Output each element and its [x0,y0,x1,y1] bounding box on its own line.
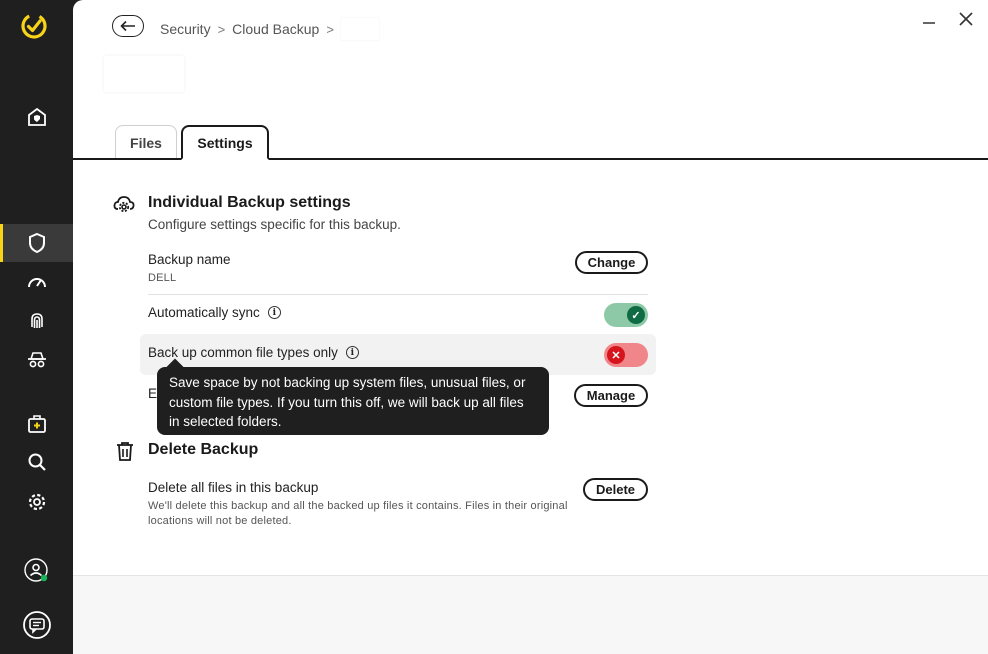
info-tooltip: Save space by not backing up system file… [157,367,549,435]
sidebar-item-home[interactable] [0,98,73,136]
sidebar-item-security[interactable] [0,224,73,262]
info-icon[interactable]: i [345,346,359,359]
delete-all-description: We'll delete this backup and all the bac… [148,500,568,527]
page-title-blank [104,56,184,92]
hidden-row-label: E [148,386,157,401]
footer-area [73,575,988,654]
shield-icon [28,232,45,254]
divider [148,294,648,295]
back-button[interactable] [112,15,144,37]
info-icon[interactable]: i [267,306,281,319]
auto-sync-toggle[interactable]: ✓ [604,303,648,327]
fingerprint-icon [30,313,43,328]
breadcrumb-separator: > [217,21,226,37]
x-icon: ✕ [607,346,625,364]
tab-files[interactable]: Files [115,125,177,160]
backup-name-label: Backup name [148,252,231,267]
first-aid-icon [27,415,46,433]
sidebar-item-performance[interactable] [0,263,73,301]
speedometer-icon [27,278,46,288]
check-icon: ✓ [627,306,645,324]
breadcrumb-current-blank [340,18,379,40]
breadcrumb-separator: > [326,21,334,37]
arrow-left-icon [120,20,135,32]
common-types-label: Back up common file types only [148,345,338,360]
home-shield-icon [27,107,46,126]
backup-name-value: DELL [148,272,177,284]
search-icon [28,453,46,471]
auto-sync-label: Automatically sync [148,305,260,320]
delete-backup-title: Delete Backup [148,441,259,458]
user-icon [23,558,48,582]
manage-button[interactable]: Manage [574,384,648,407]
delete-all-label-text: Delete all files in this backup [148,480,319,495]
close-icon [959,12,973,26]
individual-settings-title: Individual Backup settings [148,194,351,211]
gear-icon [28,493,45,511]
breadcrumb-security[interactable]: Security [160,21,211,37]
delete-button[interactable]: Delete [583,478,648,501]
main-panel: Security > Cloud Backup > Files Settings… [73,0,988,654]
incognito-icon [27,352,46,368]
sidebar-item-privacy[interactable] [0,341,73,379]
minimize-icon [923,22,935,24]
sidebar-item-kit[interactable] [0,405,73,443]
chat-icon [22,611,51,639]
individual-settings-subtitle: Configure settings specific for this bac… [148,217,401,232]
change-button[interactable]: Change [575,251,648,274]
close-button[interactable] [953,6,979,32]
sidebar-item-search[interactable] [0,443,73,481]
common-types-toggle[interactable]: ✕ [604,343,648,367]
hidden-row-label-text: E [148,386,158,401]
sidebar-item-identity[interactable] [0,302,73,340]
auto-sync-row: Automatically sync i [148,305,281,320]
common-types-row: Back up common file types only i [148,345,359,360]
breadcrumb: Security > Cloud Backup > [160,18,379,40]
sidebar-item-chat[interactable] [0,606,73,644]
sidebar [0,0,73,654]
minimize-button[interactable] [916,6,942,32]
trash-icon [117,442,133,461]
cloud-gear-icon [113,196,135,213]
delete-all-label: Delete all files in this backup [148,480,318,495]
sidebar-item-settings[interactable] [0,483,73,521]
norton-check-logo [21,13,47,39]
backup-name-label-text: Backup name [148,252,231,267]
sidebar-item-account[interactable] [0,552,73,590]
tab-settings[interactable]: Settings [181,125,269,160]
breadcrumb-cloud-backup[interactable]: Cloud Backup [232,21,319,37]
